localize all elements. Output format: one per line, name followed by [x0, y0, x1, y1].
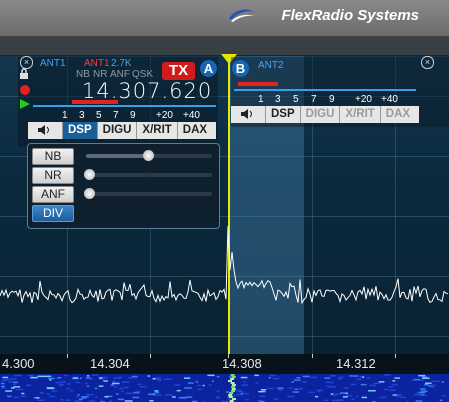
anf-slider-knob[interactable]	[84, 188, 95, 199]
tab-dax[interactable]: DAX	[381, 106, 415, 123]
slice-letter-b[interactable]: B	[232, 60, 249, 77]
nb-slider[interactable]	[86, 150, 212, 161]
axis-label: 14.308	[222, 356, 262, 371]
s-meter-scale: +20	[156, 110, 173, 121]
s-meter-scale: 1	[258, 94, 264, 105]
dsp-row-nr: NR	[32, 167, 212, 184]
tab-dsp[interactable]: DSP	[63, 122, 98, 139]
nr-button[interactable]: NR	[32, 167, 74, 184]
rx-antenna[interactable]: ANT1	[40, 58, 66, 69]
s-meter-scale: +40	[183, 110, 200, 121]
tab-xrit[interactable]: X/RIT	[340, 106, 381, 123]
dsp-row-nb: NB	[32, 148, 212, 165]
tab-digu[interactable]: DIGU	[301, 106, 341, 123]
tab-audio[interactable]	[28, 122, 63, 139]
filter-width[interactable]: 2.7K	[111, 58, 132, 69]
slice-b-rx-antenna[interactable]: ANT2	[258, 60, 284, 71]
nb-slider-fill	[86, 154, 149, 158]
play-icon[interactable]	[19, 98, 31, 110]
dsp-panel: NB NR ANF DIV	[27, 143, 220, 229]
close-icon[interactable]: ×	[421, 56, 434, 69]
axis-tick	[150, 354, 151, 358]
frequency-axis[interactable]: 4.300 14.304 14.308 14.312	[0, 354, 449, 374]
anf-slider[interactable]	[84, 188, 212, 199]
axis-label: 14.304	[90, 356, 130, 371]
dsp-row-div: DIV	[32, 205, 212, 222]
tab-audio[interactable]	[231, 106, 266, 123]
flexradio-logo-icon	[229, 9, 255, 22]
s-meter-scale: +40	[381, 94, 398, 105]
s-meter-scale: +20	[355, 94, 372, 105]
nr-slider-knob[interactable]	[84, 169, 95, 180]
title-bar: FlexRadio Systems	[0, 0, 449, 37]
axis-tick	[395, 354, 396, 358]
axis-label: 4.300	[2, 356, 35, 371]
s-meter-scale: 3	[79, 110, 85, 121]
s-meter-level	[72, 100, 118, 104]
s-meter-scale: 9	[130, 110, 136, 121]
s-meter-scale: 3	[275, 94, 281, 105]
dsp-row-anf: ANF	[32, 186, 212, 203]
anf-button[interactable]: ANF	[32, 186, 74, 203]
s-meter-scale: 7	[311, 94, 317, 105]
s-meter-scale: 9	[329, 94, 335, 105]
axis-label: 14.312	[336, 356, 376, 371]
slice-b-s-meter-bar	[234, 89, 416, 91]
s-meter-scale: 5	[96, 110, 102, 121]
slice-b-s-meter-level	[238, 82, 278, 86]
s-meter-scale: 5	[293, 94, 299, 105]
tab-dax[interactable]: DAX	[178, 122, 212, 139]
div-button[interactable]: DIV	[32, 205, 74, 222]
nb-slider-knob[interactable]	[143, 150, 154, 161]
nr-slider[interactable]	[84, 169, 212, 180]
brand-name: FlexRadio Systems	[281, 7, 419, 24]
speaker-icon	[38, 125, 49, 135]
tab-digu[interactable]: DIGU	[98, 122, 138, 139]
tx-antenna[interactable]: ANT1	[84, 58, 110, 69]
axis-tick	[312, 354, 313, 358]
slice-b-tab-bar: DSP DIGU X/RIT DAX	[231, 106, 419, 123]
waterfall-noise	[0, 374, 446, 402]
record-icon[interactable]	[20, 85, 30, 95]
lock-icon[interactable]	[18, 68, 30, 80]
slice-a-tab-bar: DSP DIGU X/RIT DAX	[28, 122, 216, 139]
slice-letter-a[interactable]: A	[200, 60, 217, 77]
nb-button[interactable]: NB	[32, 148, 74, 165]
s-meter-scale: 1	[62, 110, 68, 121]
speaker-icon	[241, 109, 252, 119]
tx-badge[interactable]: TX	[162, 62, 195, 80]
axis-tick	[67, 354, 68, 358]
s-meter-scale: 7	[113, 110, 119, 121]
waterfall[interactable]	[0, 374, 449, 402]
tab-dsp[interactable]: DSP	[266, 106, 301, 123]
s-meter-bar	[33, 105, 216, 107]
tab-xrit[interactable]: X/RIT	[137, 122, 178, 139]
